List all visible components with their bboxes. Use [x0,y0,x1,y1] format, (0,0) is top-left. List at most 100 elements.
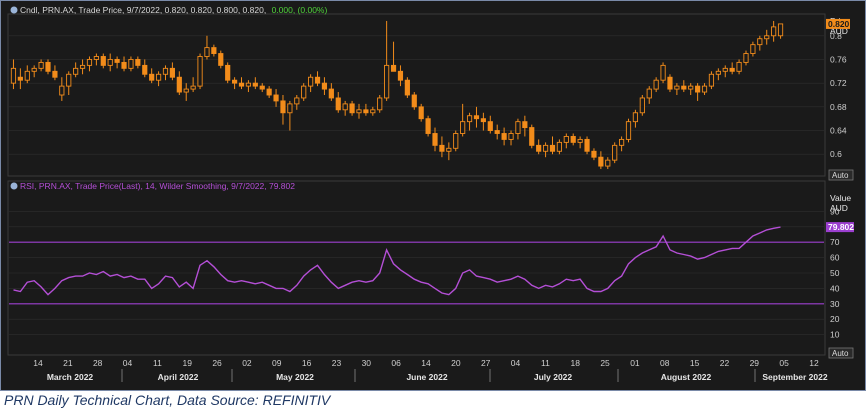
x-day-label: 18 [570,358,580,368]
x-day-label: 16 [302,358,312,368]
candle-down [273,94,279,102]
candle-down [729,67,735,72]
candle-up [183,88,189,93]
candle-up [639,97,645,114]
price-tick-label: 0.64 [830,126,847,136]
candle-down [681,85,687,90]
candle-up [155,73,162,81]
candle-up [38,61,44,69]
candle-down [121,61,127,69]
candle-up [688,85,694,90]
candle-down [266,88,272,96]
candle-down [211,47,217,54]
candle-down [425,118,431,134]
x-month-label: May 2022 [276,372,314,382]
candle-down [404,79,410,96]
rsi-scale-button-label: Auto [832,349,849,358]
candle-up [660,64,666,81]
x-day-label: 29 [750,358,760,368]
candle-down [536,144,542,152]
x-day-label: 02 [242,358,252,368]
candle-up [646,88,652,99]
candle-down [321,82,328,90]
x-month-label: August 2022 [661,372,712,382]
price-header-change: 0.000, (0.00%) [272,5,328,15]
candle-up [162,67,169,75]
candle-down [487,121,493,131]
candle-up [190,85,196,90]
x-day-label: 14 [421,358,431,368]
candle-down [169,67,175,78]
candle-down [314,76,321,84]
x-day-label: 12 [809,358,819,368]
candle-down [667,76,673,90]
x-day-label: 14 [33,358,43,368]
x-day-label: 25 [600,358,610,368]
candle-down [695,85,701,93]
candle-down [328,88,334,99]
candle-up [128,59,134,69]
price-tick-label: 0.76 [830,54,847,64]
candle-up [515,121,521,134]
x-month-label: March 2022 [47,372,94,382]
rsi-header-text: RSI, PRN.AX, Trade Price(Last), 14, Wild… [20,181,295,191]
candle-up [107,59,113,66]
candle-up [757,38,763,46]
price-header: Cndl, PRN.AX, Trade Price, 9/7/2022, 0.8… [10,5,328,15]
candle-up [73,67,79,75]
x-day-label: 04 [511,358,521,368]
candle-up [577,138,583,143]
candle-up [59,85,65,96]
candle-down [114,59,120,63]
candle-down [280,100,286,114]
candle-down [397,70,404,81]
series-handle-icon[interactable] [10,6,18,14]
rsi-header: RSI, PRN.AX, Trade Price(Last), 14, Wild… [10,181,295,191]
x-day-label: 21 [63,358,73,368]
candle-down [584,138,590,152]
candle-up [625,121,632,140]
price-tick-label: 0.72 [830,78,847,88]
candle-up [736,61,742,72]
price-tick-label: 0.8 [830,31,842,41]
rsi-tick-label: 60 [830,253,840,263]
candle-up [466,115,473,123]
candle-down [238,82,245,87]
x-month-label: June 2022 [406,372,447,382]
rsi-tick-label: 20 [830,314,840,324]
x-month-label: April 2022 [158,372,199,382]
rsi-axis-title: Value [830,193,851,203]
candle-down [501,133,507,140]
x-day-label: 28 [93,358,103,368]
candle-up [563,136,569,143]
candle-up [204,47,210,57]
candle-up [771,26,777,37]
candle-up [86,59,93,66]
candle-up [701,85,708,93]
candle-down [252,82,258,87]
candle-up [342,103,348,111]
candle-down [45,61,51,72]
price-header-name: Cndl, PRN.AX, Trade Price, 9/7/2022, 0.8… [20,5,266,15]
candle-down [598,156,604,167]
candle-up [715,70,721,75]
candle-up [31,67,37,72]
series-handle-icon[interactable] [10,182,18,190]
candle-up [722,67,728,72]
x-day-label: 11 [541,358,550,368]
candle-up [10,67,17,84]
candle-up [632,112,639,123]
rsi-tick-label: 70 [830,237,840,247]
candle-up [287,103,293,114]
chart-canvas: Cndl, PRN.AX, Trade Price, 9/7/2022, 0.8… [7,5,854,382]
candle-up [708,73,715,87]
x-day-label: 27 [481,358,491,368]
x-day-label: 26 [212,358,222,368]
x-day-label: 09 [272,358,282,368]
candle-down [494,130,500,134]
x-day-label: 23 [332,358,342,368]
candle-down [473,115,480,120]
x-day-label: 15 [690,358,700,368]
candle-down [439,144,445,152]
candle-down [418,106,424,120]
